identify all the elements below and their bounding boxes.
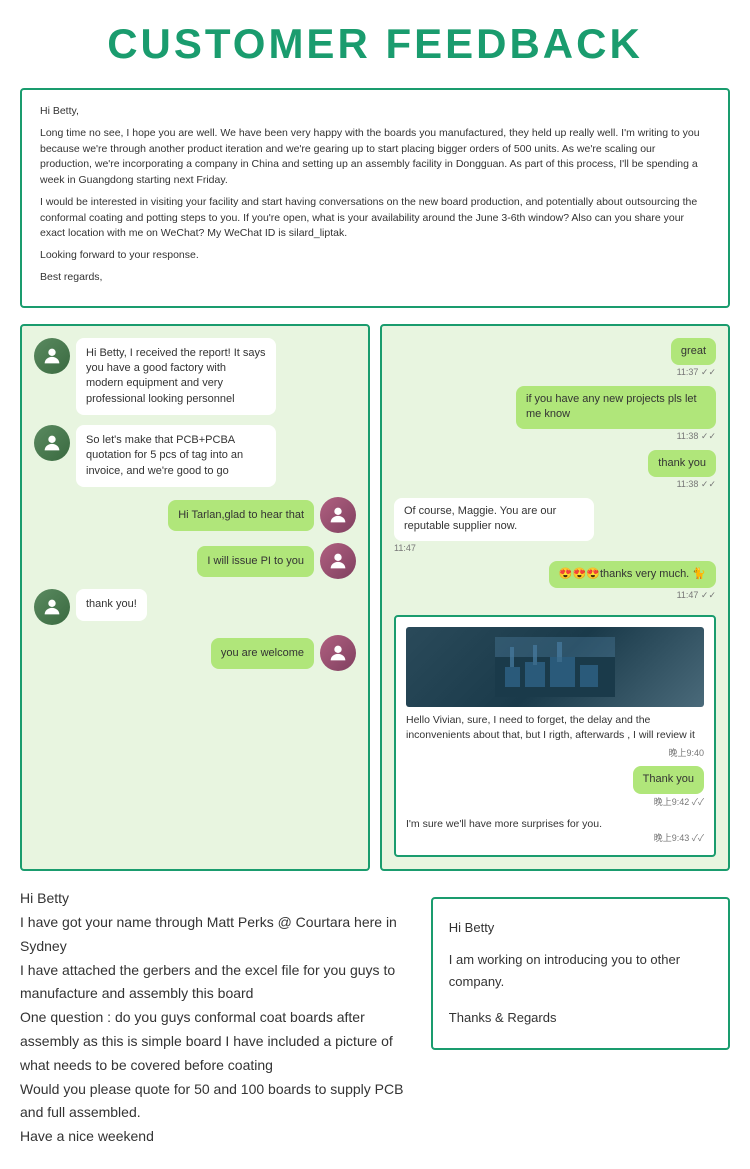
timestamp-1: 11:37 ✓✓ [671, 367, 716, 378]
chat-left-msg2-row: So let's make that PCB+PCBA quotation fo… [34, 425, 356, 487]
avatar-left-3 [34, 589, 70, 625]
email-card-large: Hi Betty I have got your name through Ma… [20, 887, 415, 1149]
chat-left-bubble2: So let's make that PCB+PCBA quotation fo… [76, 425, 276, 487]
avatar-left-1 [34, 338, 70, 374]
chat-left-bubble3: Hi Tarlan,glad to hear that [168, 500, 314, 531]
email3-line3: Thanks & Regards [449, 1007, 712, 1029]
chat-left-bubble1: Hi Betty, I received the report! It says… [76, 338, 276, 416]
chat-left-bubble6: you are welcome [211, 638, 314, 669]
chat-left-msg6-row: you are welcome [34, 635, 356, 671]
bubble-out-b2: Thank you [633, 766, 704, 793]
avatar-right-3 [320, 635, 356, 671]
email3-line1: Hi Betty [449, 917, 712, 939]
page-title: CUSTOMER FEEDBACK [20, 20, 730, 68]
timestamp-b1: 晚上9:40 [406, 747, 704, 761]
email2-line3: I have attached the gerbers and the exce… [20, 959, 415, 1007]
email1-body3: Looking forward to your response. [40, 248, 710, 264]
email2-line1: Hi Betty [20, 887, 415, 911]
bubble-in-4: Of course, Maggie. You are our reputable… [394, 498, 594, 541]
chat-right-bottom-msg2: Thank you 晚上9:42 ✓✓ [406, 766, 704, 809]
avatar-right-2 [320, 543, 356, 579]
timestamp-b3: 晚上9:43 ✓✓ [406, 832, 704, 846]
timestamp-4: 11:47 [394, 543, 594, 553]
chat-right-bottom-msg1: Hello Vivian, sure, I need to forget, th… [406, 713, 704, 742]
chat-right-panel: great 11:37 ✓✓ if you have any new proje… [380, 324, 730, 872]
chat-section: Hi Betty, I received the report! It says… [20, 324, 730, 872]
avatar-right-1 [320, 497, 356, 533]
factory-image [406, 627, 704, 707]
email-card-3: Hi Betty I am working on introducing you… [431, 897, 730, 1049]
avatar-left-2 [34, 425, 70, 461]
email1-body2: I would be interested in visiting your f… [40, 195, 710, 242]
email1-sign: Best regards, [40, 270, 710, 286]
email1-greeting: Hi Betty, [40, 104, 710, 120]
email2-line2: I have got your name through Matt Perks … [20, 911, 415, 959]
chat-right-bottom-msg3: I'm sure we'll have more surprises for y… [406, 817, 704, 832]
timestamp-b2: 晚上9:42 ✓✓ [633, 796, 704, 810]
chat-left-msg3-row: Hi Tarlan,glad to hear that [34, 497, 356, 533]
email1-body1: Long time no see, I hope you are well. W… [40, 126, 710, 189]
chat-left-panel: Hi Betty, I received the report! It says… [20, 324, 370, 872]
chat-left-msg4-row: I will issue PI to you [34, 543, 356, 579]
email2-line5: Would you please quote for 50 and 100 bo… [20, 1078, 415, 1126]
chat-right-msg2: if you have any new projects pls let me … [394, 386, 716, 442]
bubble-out-5: 😍😍😍thanks very much. 🐈 [549, 561, 716, 588]
chat-right-overlay-box: Hello Vivian, sure, I need to forget, th… [394, 615, 716, 857]
email3-line2: I am working on introducing you to other… [449, 949, 712, 993]
chat-right-msg4: Of course, Maggie. You are our reputable… [394, 498, 716, 553]
email-card-1: Hi Betty, Long time no see, I hope you a… [20, 88, 730, 308]
chat-right-msg3: thank you 11:38 ✓✓ [394, 450, 716, 490]
bubble-out-3: thank you [648, 450, 716, 477]
email2-line4: One question : do you guys conformal coa… [20, 1006, 415, 1077]
bubble-out-2: if you have any new projects pls let me … [516, 386, 716, 429]
chat-left-bubble5: thank you! [76, 589, 147, 620]
chat-left-msg1-row: Hi Betty, I received the report! It says… [34, 338, 356, 416]
bubble-out-1: great [671, 338, 716, 365]
chat-left-msg5-row: thank you! [34, 589, 356, 625]
bottom-section: Hi Betty I have got your name through Ma… [20, 887, 730, 1149]
timestamp-3: 11:38 ✓✓ [648, 479, 716, 490]
timestamp-2: 11:38 ✓✓ [516, 431, 716, 442]
chat-right-msg5: 😍😍😍thanks very much. 🐈 11:47 ✓✓ [394, 561, 716, 601]
email2-line6: Have a nice weekend [20, 1125, 415, 1149]
timestamp-5: 11:47 ✓✓ [549, 590, 716, 601]
chat-left-bubble4: I will issue PI to you [197, 546, 314, 577]
chat-right-msg1: great 11:37 ✓✓ [394, 338, 716, 378]
